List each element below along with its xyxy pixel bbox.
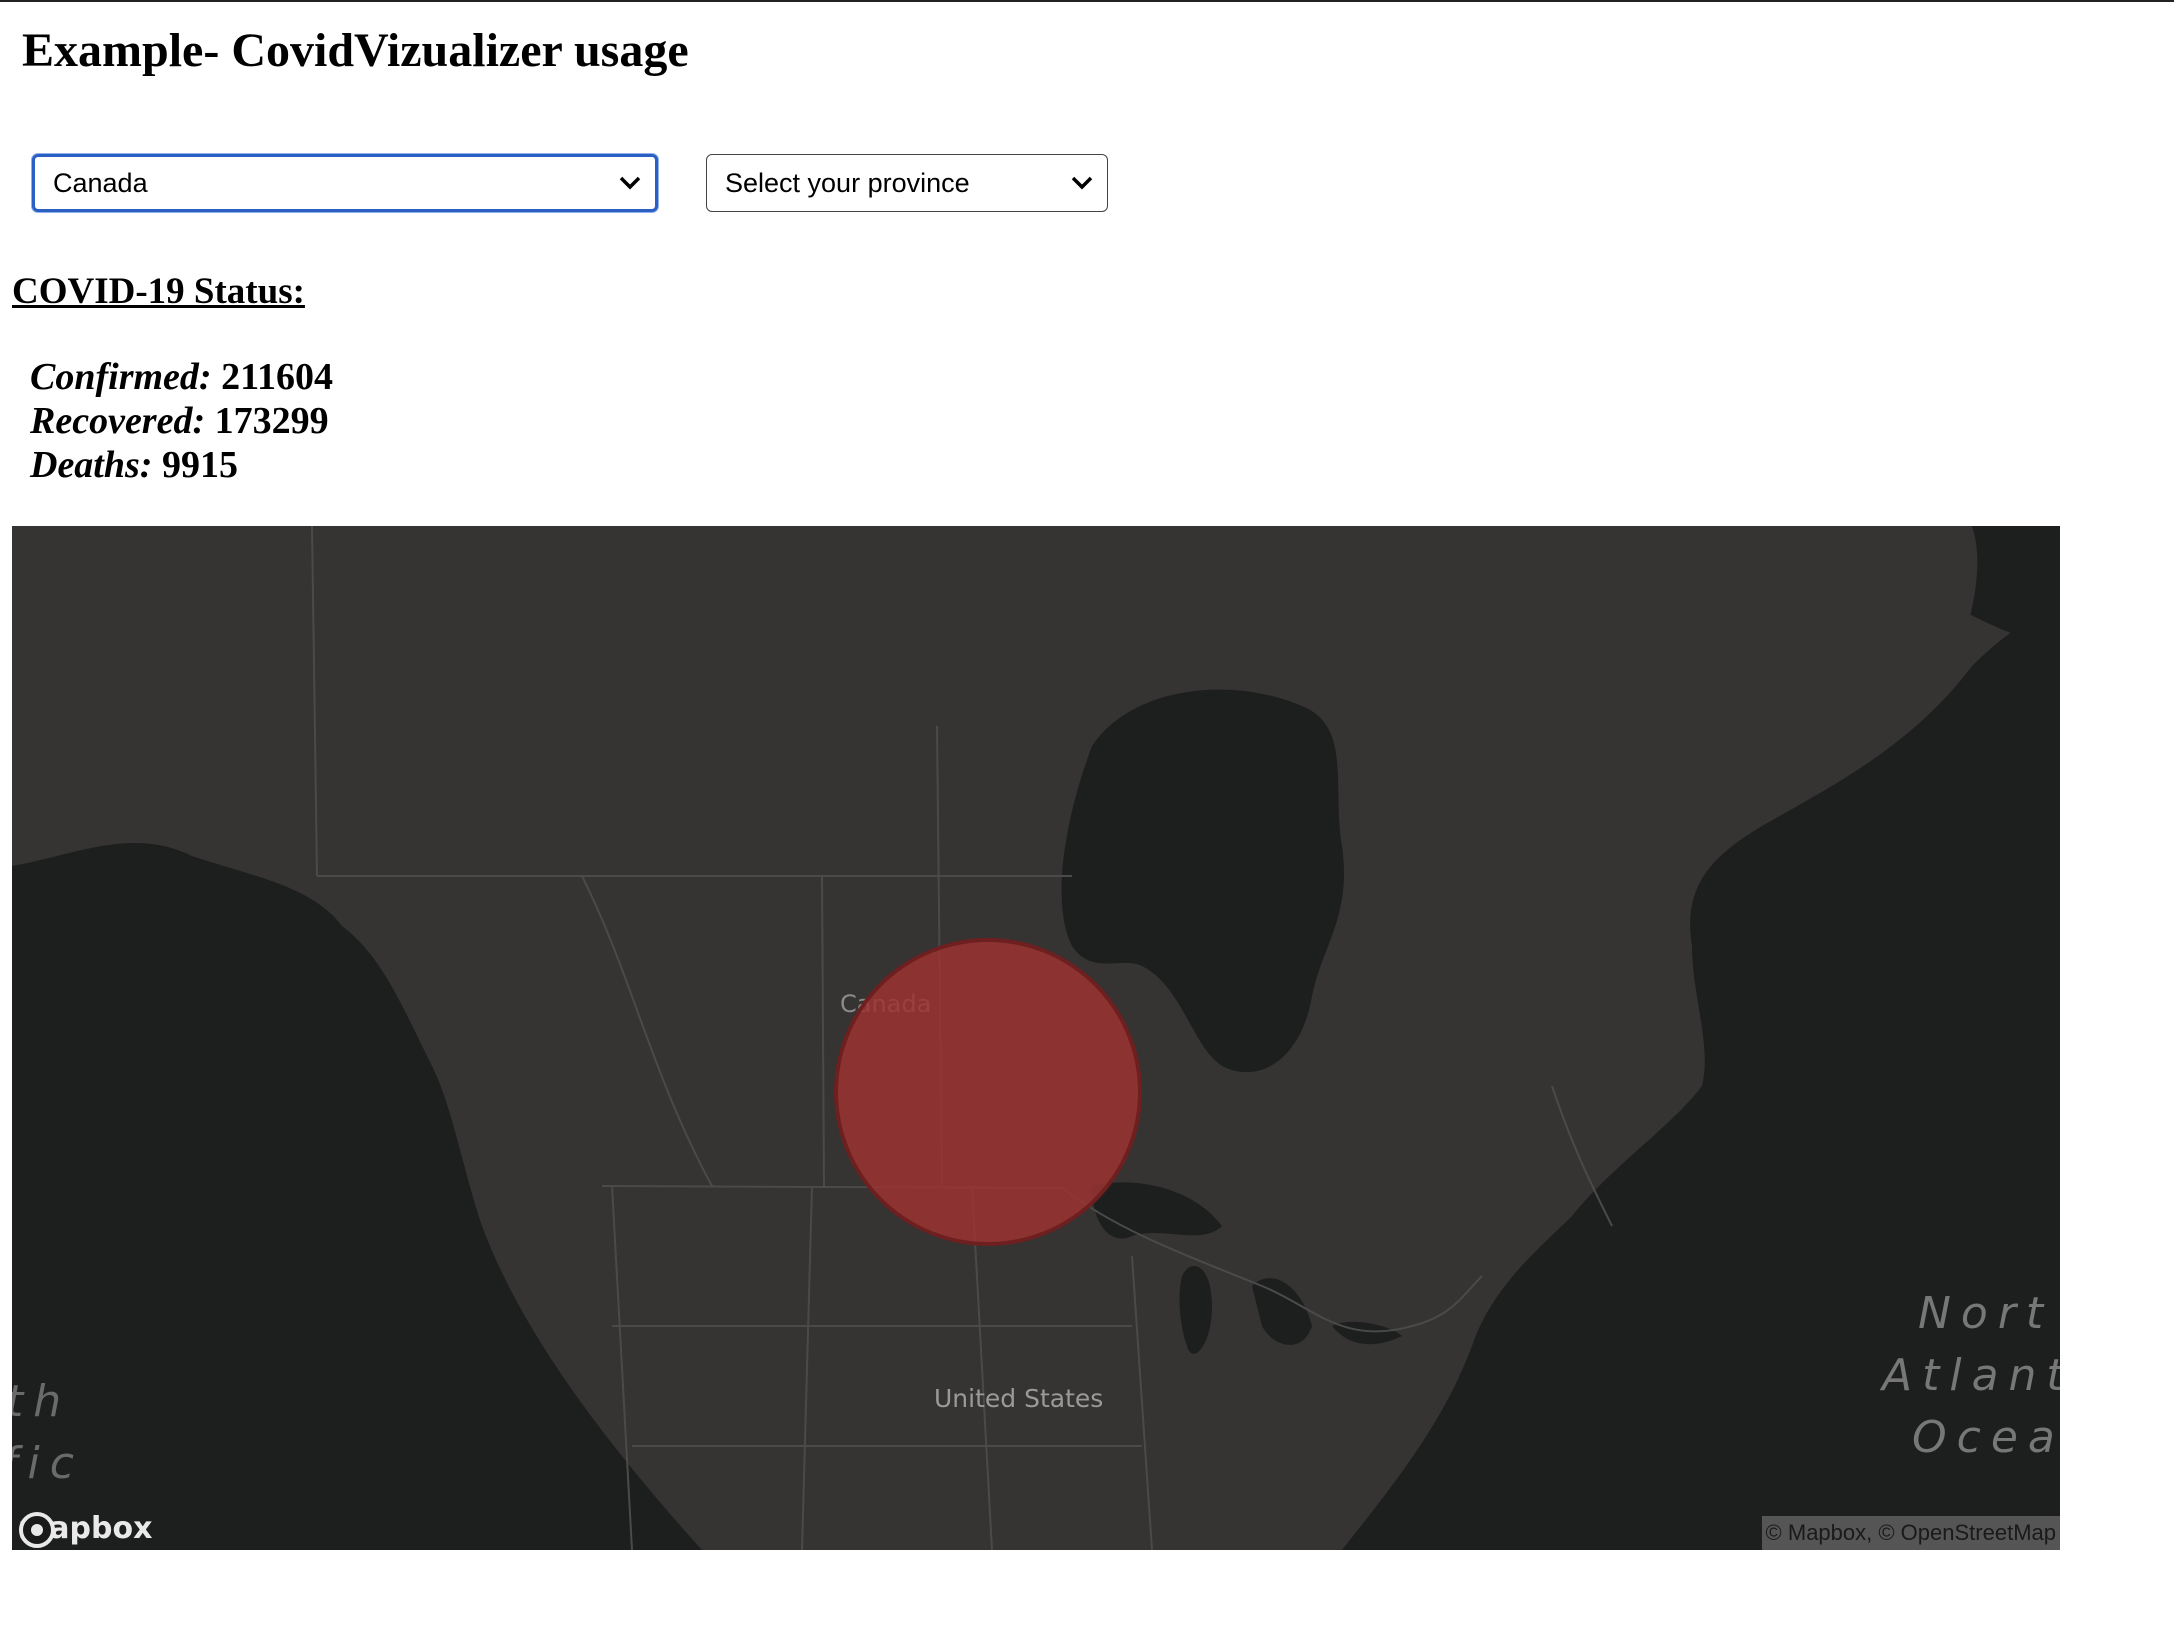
- province-select-value: Select your province: [725, 167, 970, 198]
- province-select[interactable]: Select your province: [706, 154, 1108, 212]
- covid-stats: Confirmed: 211604 Recovered: 173299 Deat…: [30, 355, 333, 487]
- country-select-value: Canada: [53, 167, 148, 198]
- chevron-down-icon: [1071, 176, 1093, 190]
- mapbox-logo-icon: [19, 1512, 55, 1548]
- map-canvas[interactable]: Canada United States Nort Atlant Ocea th…: [12, 526, 2060, 1550]
- page-title: Example- CovidVizualizer usage: [22, 24, 689, 77]
- confirmed-row: Confirmed: 211604: [30, 355, 333, 399]
- marker-layer: [834, 938, 1142, 1246]
- country-select[interactable]: Canada: [32, 154, 658, 212]
- deaths-label: Deaths:: [30, 444, 153, 486]
- mapbox-logo[interactable]: mapbox: [18, 1511, 152, 1548]
- top-border: [0, 0, 2174, 2]
- status-heading: COVID-19 Status:: [12, 271, 305, 312]
- deaths-value: 9915: [161, 444, 238, 486]
- covid-marker-circle[interactable]: [834, 938, 1142, 1246]
- chevron-down-icon: [619, 176, 641, 190]
- confirmed-label: Confirmed:: [30, 356, 212, 398]
- map-attribution[interactable]: © Mapbox, © OpenStreetMap: [1761, 1516, 2060, 1550]
- recovered-label: Recovered:: [30, 400, 206, 442]
- confirmed-value: 211604: [221, 356, 333, 398]
- deaths-row: Deaths: 9915: [30, 443, 333, 487]
- recovered-value: 173299: [214, 400, 329, 442]
- recovered-row: Recovered: 173299: [30, 399, 333, 443]
